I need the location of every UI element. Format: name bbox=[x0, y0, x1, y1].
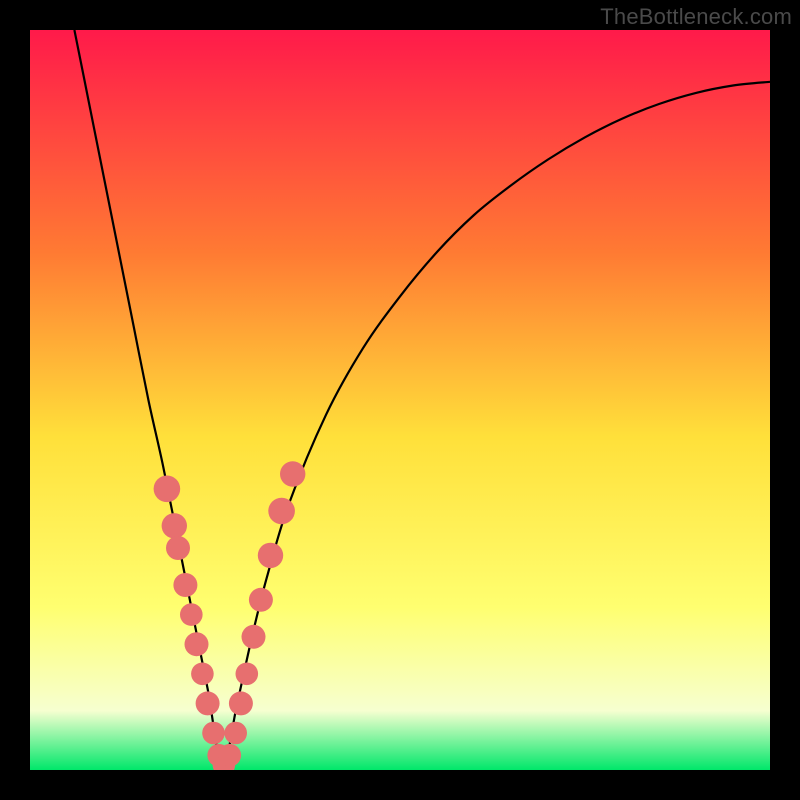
data-markers bbox=[154, 461, 306, 770]
data-marker bbox=[173, 573, 197, 597]
data-marker bbox=[162, 513, 187, 538]
plot-area bbox=[30, 30, 770, 770]
data-marker bbox=[202, 722, 225, 745]
curve-layer bbox=[30, 30, 770, 770]
data-marker bbox=[236, 663, 259, 686]
bottleneck-curve bbox=[74, 30, 770, 766]
data-marker bbox=[196, 691, 220, 715]
data-marker bbox=[185, 632, 209, 656]
data-marker bbox=[219, 744, 242, 767]
data-marker bbox=[154, 476, 181, 503]
data-marker bbox=[280, 461, 305, 486]
data-marker bbox=[258, 543, 283, 568]
data-marker bbox=[242, 625, 266, 649]
data-marker bbox=[249, 588, 273, 612]
data-marker bbox=[229, 691, 253, 715]
chart-frame: TheBottleneck.com bbox=[0, 0, 800, 800]
data-marker bbox=[224, 722, 247, 745]
data-marker bbox=[268, 498, 295, 525]
data-marker bbox=[180, 603, 203, 626]
watermark-text: TheBottleneck.com bbox=[600, 4, 792, 30]
data-marker bbox=[191, 663, 214, 686]
data-marker bbox=[166, 536, 190, 560]
